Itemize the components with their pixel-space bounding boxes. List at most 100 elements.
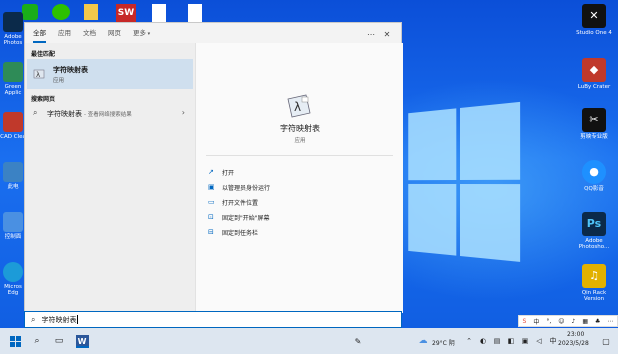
control-panel-icon — [3, 212, 23, 232]
web-heading: 搜索网页 — [31, 96, 56, 103]
search-input-value: 字符映射表 — [41, 315, 77, 324]
tray-chevron-icon[interactable]: ⌃ — [464, 332, 474, 350]
desktop-icon-photoshop[interactable]: Ps Adobe Photosho... — [575, 212, 613, 250]
folder-icon[interactable] — [84, 4, 98, 20]
edge-icon — [3, 262, 23, 282]
chat-app-icon[interactable] — [52, 4, 70, 20]
emoji-icon: ☺ — [558, 317, 565, 325]
tab-apps[interactable]: 应用 — [58, 23, 71, 43]
close-icon[interactable]: ✕ — [381, 28, 393, 40]
action-open[interactable]: ↗ 打开 — [208, 165, 234, 179]
tab-documents[interactable]: 文档 — [83, 23, 96, 43]
taskbar: ⌕ ▭ W ✎ ☁ 29°C 阴 ⌃ ◐ ▤ ◧ ▣ ◁ 中 23:00 202… — [0, 328, 618, 354]
web-result-title: 字符映射表 — [47, 110, 82, 118]
start-button[interactable] — [6, 332, 24, 350]
studio-one-icon: ✕ — [582, 4, 606, 28]
action-pin-to-start[interactable]: ⊡ 固定到"开始"屏幕 — [208, 210, 270, 224]
weather-icon[interactable]: ☁ — [416, 332, 430, 350]
chevron-right-icon[interactable]: › — [182, 108, 185, 117]
best-match-heading: 最佳匹配 — [31, 51, 56, 58]
search-input[interactable]: ⌕ 字符映射表 — [24, 311, 402, 328]
tray-app-icon[interactable]: ◐ — [478, 332, 488, 350]
desktop-icon-cad[interactable]: CAD Clea — [0, 112, 26, 140]
clock-date[interactable]: 2023/5/28 — [558, 340, 589, 347]
folder-icon: ▭ — [208, 198, 215, 206]
tab-web[interactable]: 网页 — [108, 23, 121, 43]
more-options-icon[interactable]: ⋯ — [365, 28, 377, 40]
tab-all[interactable]: 全部 — [33, 23, 46, 43]
desktop-icon-green[interactable]: Green Applic — [0, 62, 26, 96]
windows-icon — [9, 335, 21, 347]
pen-icon[interactable]: ✎ — [352, 332, 364, 350]
detail-subtitle: 应用 — [294, 138, 306, 144]
keyboard-icon: ▦ — [582, 317, 589, 325]
document-icon[interactable] — [152, 4, 166, 22]
best-match-result[interactable]: λ 字符映射表 应用 — [27, 59, 193, 89]
search-icon: ⌕ — [33, 108, 38, 117]
action-run-as-admin[interactable]: ▣ 以管理员身份运行 — [208, 180, 270, 194]
desktop-icon-control-panel[interactable]: 控制面 — [0, 212, 26, 240]
desktop-icon-qq-player[interactable]: ● QQ影音 — [575, 160, 613, 192]
qq-player-icon: ● — [582, 160, 606, 184]
clock-time[interactable]: 23:00 — [567, 331, 584, 338]
microphone-icon: ♪ — [571, 317, 576, 325]
windows-logo-wallpaper — [408, 101, 521, 264]
pin-icon: ⊡ — [208, 213, 214, 221]
web-result-hint: - 查看网络搜索结果 — [84, 112, 132, 118]
desktop-icon-jianying[interactable]: ✂ 剪映专业版 — [575, 108, 613, 140]
search-icon: ⌕ — [31, 314, 36, 324]
photoshop-icon: Ps — [582, 212, 606, 236]
computer-icon — [3, 162, 23, 182]
action-open-file-location[interactable]: ▭ 打开文件位置 — [208, 195, 258, 209]
character-map-large-icon: λ — [287, 94, 311, 118]
svg-text:λ: λ — [36, 71, 40, 79]
web-result[interactable]: ⌕ 字符映射表 - 查看网络搜索结果 › — [27, 105, 193, 121]
desktop-icon-this-pc[interactable]: 此电 — [0, 162, 26, 190]
character-map-icon: λ — [33, 69, 45, 79]
skin-icon: ♣ — [595, 317, 601, 325]
solidworks-icon[interactable]: SW — [116, 4, 136, 22]
best-match-title: 字符映射表 — [53, 66, 88, 74]
ime-lang-indicator: 中 — [533, 318, 540, 326]
pin-taskbar-icon: ⊟ — [208, 228, 214, 236]
task-view-icon[interactable]: ▭ — [52, 332, 66, 350]
detail-pane: λ 字符映射表 应用 ↗ 打开 ▣ 以管理员身份运行 ▭ 打开文件位置 ⊡ 固定到"开始… — [195, 43, 403, 313]
green-app-icon — [3, 62, 23, 82]
desktop-icon-qin-rack[interactable]: ♫ Qin Rack Version — [575, 264, 613, 302]
word-app-icon[interactable]: W — [74, 332, 90, 350]
punctuation-icon: °, — [546, 317, 552, 325]
desktop-icon-photoshop-left[interactable]: Adobe Photos — [0, 12, 26, 46]
cad-icon — [3, 112, 23, 132]
taskbar-search-icon[interactable]: ⌕ — [30, 332, 44, 350]
grid-menu-icon: ⋯ — [607, 317, 614, 325]
action-pin-to-taskbar[interactable]: ⊟ 固定到任务栏 — [208, 225, 258, 239]
detail-divider — [206, 155, 393, 156]
network-icon[interactable]: ▤ — [492, 332, 502, 350]
ime-toolbar[interactable]: S 中 °, ☺ ♪ ▦ ♣ ⋯ — [518, 315, 618, 327]
tab-more[interactable]: 更多 — [133, 23, 150, 43]
notification-icon[interactable]: ▢ — [600, 332, 612, 350]
volume-icon[interactable]: ◁ — [534, 332, 544, 350]
qin-rack-icon: ♫ — [582, 264, 606, 288]
luby-crater-icon: ◆ — [582, 58, 606, 82]
open-icon: ↗ — [208, 168, 214, 176]
desktop-icon-luby-crater[interactable]: ◆ LuBy Crater — [575, 58, 613, 90]
text-caret — [77, 315, 79, 324]
jianying-icon: ✂ — [582, 108, 606, 132]
document-icon-2[interactable] — [188, 4, 202, 22]
tray-app3-icon[interactable]: ▣ — [520, 332, 530, 350]
best-match-subtitle: 应用 — [53, 78, 65, 84]
ime-logo-icon: S — [522, 317, 527, 325]
desktop-icon-edge[interactable]: Micros Edg — [0, 262, 26, 296]
shield-icon: ▣ — [208, 183, 215, 191]
search-panel: 全部 应用 文档 网页 更多 ⋯ ✕ 最佳匹配 λ 字符映射表 应用 搜索网页 … — [24, 22, 403, 313]
weather-text[interactable]: 29°C 阴 — [432, 338, 455, 347]
detail-title: 字符映射表 — [280, 124, 320, 133]
desktop-icon-studio-one[interactable]: ✕ Studio One 4 — [575, 4, 613, 36]
search-tabs: 全部 应用 文档 网页 更多 — [25, 23, 401, 43]
tray-app2-icon[interactable]: ◧ — [506, 332, 516, 350]
photoshop-icon — [3, 12, 23, 32]
results-pane: 最佳匹配 λ 字符映射表 应用 搜索网页 ⌕ 字符映射表 - 查看网络搜索结果 › — [25, 43, 195, 313]
svg-text:λ: λ — [294, 100, 301, 114]
ime-mode-icon[interactable]: 中 — [548, 332, 558, 350]
